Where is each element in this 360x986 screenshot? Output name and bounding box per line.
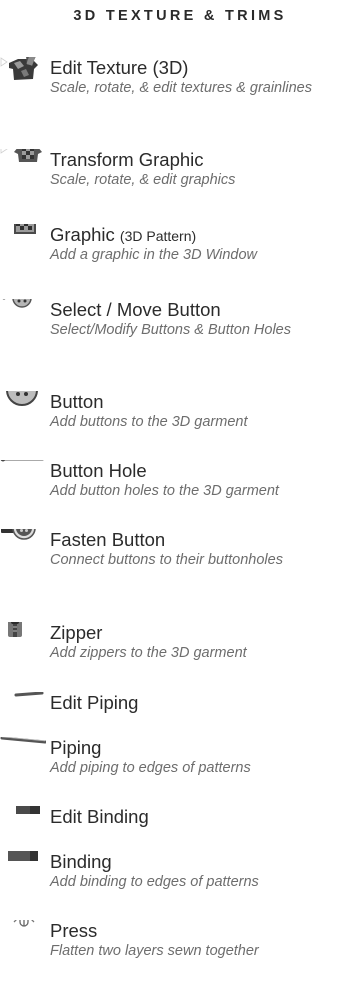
tool-transform-graphic[interactable]: Transform Graphic Scale, rotate, & edit … <box>0 149 360 209</box>
tool-edit-texture[interactable]: Edit Texture (3D) Scale, rotate, & edit … <box>0 57 360 117</box>
tool-title: Button <box>50 391 104 412</box>
tool-graphic[interactable]: Graphic (3D Pattern) Add a graphic in th… <box>0 224 360 284</box>
tool-description: Scale, rotate, & edit textures & grainli… <box>50 80 312 96</box>
tool-title: Graphic (3D Pattern) <box>50 224 196 247</box>
tool-binding[interactable]: Binding Add binding to edges of patterns <box>0 851 360 911</box>
tool-press[interactable]: Press Flatten two layers sewn together <box>0 920 360 980</box>
tool-title: Edit Binding <box>50 806 149 827</box>
tool-select-move-button[interactable]: Select / Move Button Select/Modify Butto… <box>0 299 360 359</box>
tool-description: Add piping to edges of patterns <box>50 760 251 776</box>
tool-title: Edit Texture (3D) <box>50 57 189 78</box>
tool-description: Add binding to edges of patterns <box>50 874 259 890</box>
binding-icon <box>0 851 46 891</box>
tool-fasten-button[interactable]: Fasten Button Connect buttons to their b… <box>0 529 360 589</box>
transform-graphic-icon <box>0 149 46 189</box>
tool-title-main: Graphic <box>50 224 115 245</box>
tool-description: Flatten two layers sewn together <box>50 943 259 959</box>
tool-title: Fasten Button <box>50 529 166 550</box>
tool-description: Scale, rotate, & edit graphics <box>50 172 236 188</box>
tool-piping[interactable]: Piping Add piping to edges of patterns <box>0 737 360 797</box>
edit-binding-icon <box>0 806 46 846</box>
tool-description: Add zippers to the 3D garment <box>50 645 247 661</box>
piping-icon <box>0 737 46 777</box>
tool-title: Press <box>50 920 98 941</box>
tool-description: Select/Modify Buttons & Button Holes <box>50 322 291 338</box>
tool-description: Add button holes to the 3D garment <box>50 483 279 499</box>
tool-zipper[interactable]: Zipper Add zippers to the 3D garment <box>0 622 360 682</box>
tool-title-suffix: (3D Pattern) <box>119 228 197 244</box>
zipper-icon <box>0 622 46 662</box>
select-move-button-icon <box>0 299 46 339</box>
tool-title: Select / Move Button <box>50 299 221 320</box>
tool-description: Connect buttons to their buttonholes <box>50 552 283 568</box>
tool-title: Button Hole <box>50 460 147 481</box>
tool-button-hole[interactable]: Button Hole Add button holes to the 3D g… <box>0 460 360 520</box>
tool-title: Binding <box>50 851 112 872</box>
press-icon <box>0 920 46 960</box>
tool-title: Transform Graphic <box>50 149 204 170</box>
edit-piping-icon <box>0 692 46 732</box>
graphic-icon <box>0 224 46 264</box>
section-header: 3D TEXTURE & TRIMS <box>73 8 287 24</box>
fasten-button-icon <box>0 529 46 569</box>
button-hole-icon <box>0 460 46 500</box>
edit-texture-icon <box>0 57 46 97</box>
tool-title: Edit Piping <box>50 692 139 713</box>
tool-title: Piping <box>50 737 102 758</box>
tool-description: Add buttons to the 3D garment <box>50 414 248 430</box>
tool-button[interactable]: Button Add buttons to the 3D garment <box>0 391 360 451</box>
tool-title: Zipper <box>50 622 103 643</box>
tool-description: Add a graphic in the 3D Window <box>50 247 258 263</box>
button-icon <box>0 391 46 431</box>
